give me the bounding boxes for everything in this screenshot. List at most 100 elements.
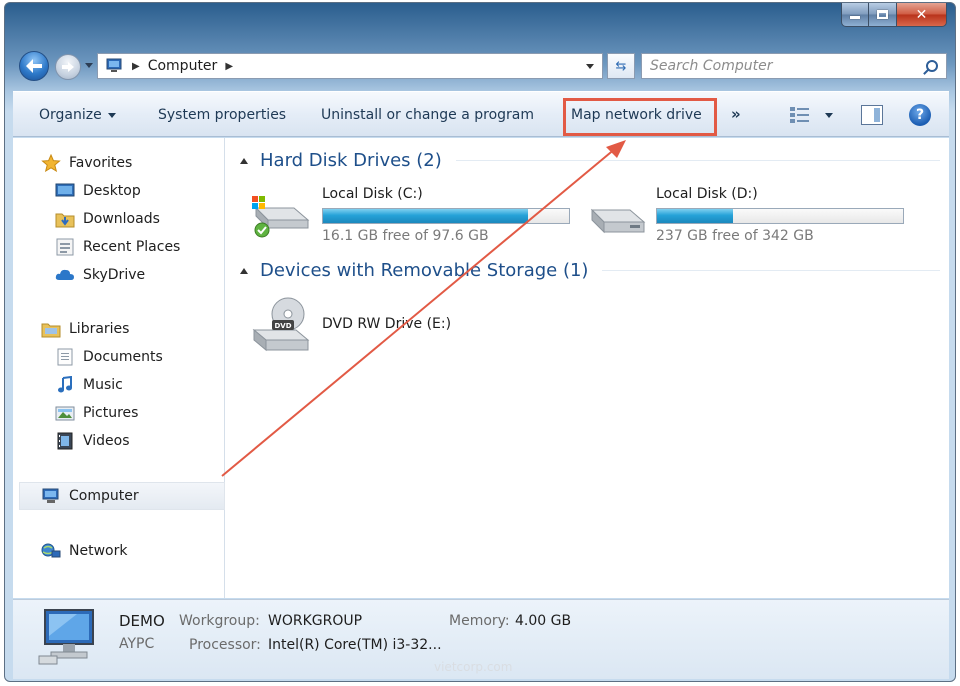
recent-places-icon: [55, 238, 75, 256]
collapse-triangle-icon[interactable]: [240, 267, 248, 274]
sidebar-item-downloads[interactable]: Downloads: [55, 206, 160, 232]
sidebar-item-label: Documents: [83, 349, 163, 365]
drive-usage-bar: [322, 208, 570, 224]
organize-menu[interactable]: Organize: [39, 92, 116, 138]
preview-pane-icon[interactable]: [861, 105, 883, 125]
sidebar-item-label: Downloads: [83, 211, 160, 227]
sidebar-item-label: Network: [69, 543, 128, 559]
drive-usage-fill: [657, 209, 733, 223]
chevron-down-icon: [107, 112, 116, 118]
close-button[interactable]: ✕: [897, 3, 947, 27]
back-arrow-icon: [26, 59, 42, 73]
libraries-folder-icon: [41, 320, 61, 338]
group-title: Hard Disk Drives (2): [260, 150, 442, 171]
sidebar-item-favorites[interactable]: Favorites: [41, 150, 132, 176]
highlight-box: [563, 98, 717, 136]
star-icon: [41, 153, 61, 173]
computer-subname: AYPC: [119, 636, 155, 652]
drive-usage-bar: [656, 208, 904, 224]
address-bar[interactable]: ▶ Computer ▶: [97, 53, 603, 79]
sidebar-item-label: Videos: [83, 433, 130, 449]
sidebar-item-music[interactable]: Music: [55, 372, 123, 398]
sidebar-item-libraries[interactable]: Libraries: [41, 316, 129, 342]
breadcrumb-chevron-icon[interactable]: ▶: [225, 61, 233, 72]
music-note-icon: [55, 375, 75, 394]
drive-free-space: 16.1 GB free of 97.6 GB: [322, 228, 489, 244]
maximize-button[interactable]: [869, 3, 897, 27]
workgroup-value: WORKGROUP: [268, 613, 363, 629]
sidebar-item-label: Music: [83, 377, 123, 393]
computer-icon: [104, 58, 124, 74]
sidebar-item-computer[interactable]: Computer: [41, 483, 139, 509]
drive-name: DVD RW Drive (E:): [322, 316, 452, 332]
sidebar-item-label: SkyDrive: [83, 267, 146, 283]
documents-icon: [55, 348, 75, 366]
computer-monitor-icon: [38, 609, 94, 665]
sidebar-item-label: Libraries: [69, 321, 130, 337]
breadcrumb-chevron-icon[interactable]: ▶: [132, 61, 140, 72]
minimize-button[interactable]: [841, 3, 869, 27]
sidebar-item-documents[interactable]: Documents: [55, 344, 163, 370]
drives-list: Hard Disk Drives (2) Local Disk (C:) 16.…: [226, 138, 949, 598]
refresh-button[interactable]: ⇆: [607, 53, 635, 79]
group-title: Devices with Removable Storage (1): [260, 260, 589, 281]
more-commands-button[interactable]: »: [731, 105, 741, 123]
group-divider: [602, 270, 940, 271]
refresh-icon: ⇆: [615, 58, 627, 74]
workgroup-label: Workgroup:: [179, 613, 260, 629]
sidebar-item-videos[interactable]: Videos: [55, 428, 130, 454]
sidebar-item-pictures[interactable]: Pictures: [55, 400, 138, 426]
desktop-icon: [55, 182, 75, 200]
sidebar-item-skydrive[interactable]: SkyDrive: [55, 262, 145, 288]
change-view-icon[interactable]: [789, 106, 811, 124]
group-header-hard-disks[interactable]: Hard Disk Drives (2): [240, 150, 940, 171]
sidebar-item-desktop[interactable]: Desktop: [55, 178, 141, 204]
uninstall-program-button[interactable]: Uninstall or change a program: [321, 92, 534, 138]
processor-label: Processor:: [189, 637, 261, 653]
watermark: vietcorp.com: [434, 660, 513, 674]
drive-name: Local Disk (C:): [322, 186, 423, 202]
recent-pages-dropdown[interactable]: [85, 63, 93, 68]
computer-icon: [41, 487, 61, 505]
navigation-pane: Favorites Desktop Downloads Recent Place…: [13, 138, 225, 598]
processor-value: Intel(R) Core(TM) i3-32...: [268, 637, 442, 653]
search-input[interactable]: Search Computer: [650, 58, 926, 74]
sidebar-item-label: Recent Places: [83, 239, 181, 255]
group-header-removable[interactable]: Devices with Removable Storage (1): [240, 260, 940, 281]
pictures-icon: [55, 404, 75, 422]
system-properties-button[interactable]: System properties: [158, 92, 286, 138]
group-divider: [455, 160, 940, 161]
explorer-window: ✕ ▶ Computer ▶ ⇆ Search Computer Organiz…: [4, 2, 956, 682]
content-area: Favorites Desktop Downloads Recent Place…: [13, 138, 949, 598]
dvd-logo-text: DVD: [274, 322, 291, 330]
sidebar-item-network[interactable]: Network: [41, 538, 127, 564]
search-icon[interactable]: [926, 60, 938, 72]
sidebar-item-label: Computer: [69, 488, 139, 504]
collapse-triangle-icon[interactable]: [240, 157, 248, 164]
help-icon[interactable]: ?: [909, 104, 931, 126]
navigation-bar: ▶ Computer ▶ ⇆ Search Computer: [17, 49, 947, 83]
organize-label: Organize: [39, 107, 102, 123]
forward-button[interactable]: [55, 54, 81, 80]
command-bar: Organize System properties Uninstall or …: [13, 91, 949, 137]
breadcrumb-computer[interactable]: Computer: [148, 58, 218, 74]
close-icon: ✕: [915, 6, 928, 23]
maximize-icon: [877, 10, 888, 19]
sidebar-item-label: Desktop: [83, 183, 141, 199]
cloud-icon: [55, 266, 75, 284]
address-dropdown-icon[interactable]: [586, 64, 594, 69]
search-box[interactable]: Search Computer: [641, 53, 947, 79]
computer-name: DEMO: [119, 612, 165, 630]
drive-free-space: 237 GB free of 342 GB: [656, 228, 814, 244]
drive-usage-fill: [323, 209, 529, 223]
sidebar-item-recent-places[interactable]: Recent Places: [55, 234, 180, 260]
windows-drive-icon: [252, 196, 310, 238]
view-options-dropdown-icon[interactable]: [825, 113, 833, 118]
hard-drive-icon: [590, 208, 646, 234]
drive-name: Local Disk (D:): [656, 186, 758, 202]
forward-arrow-icon: [62, 62, 74, 72]
back-button[interactable]: [19, 51, 49, 81]
memory-label: Memory:: [449, 613, 510, 629]
memory-value: 4.00 GB: [515, 613, 572, 629]
minimize-icon: [850, 16, 860, 19]
